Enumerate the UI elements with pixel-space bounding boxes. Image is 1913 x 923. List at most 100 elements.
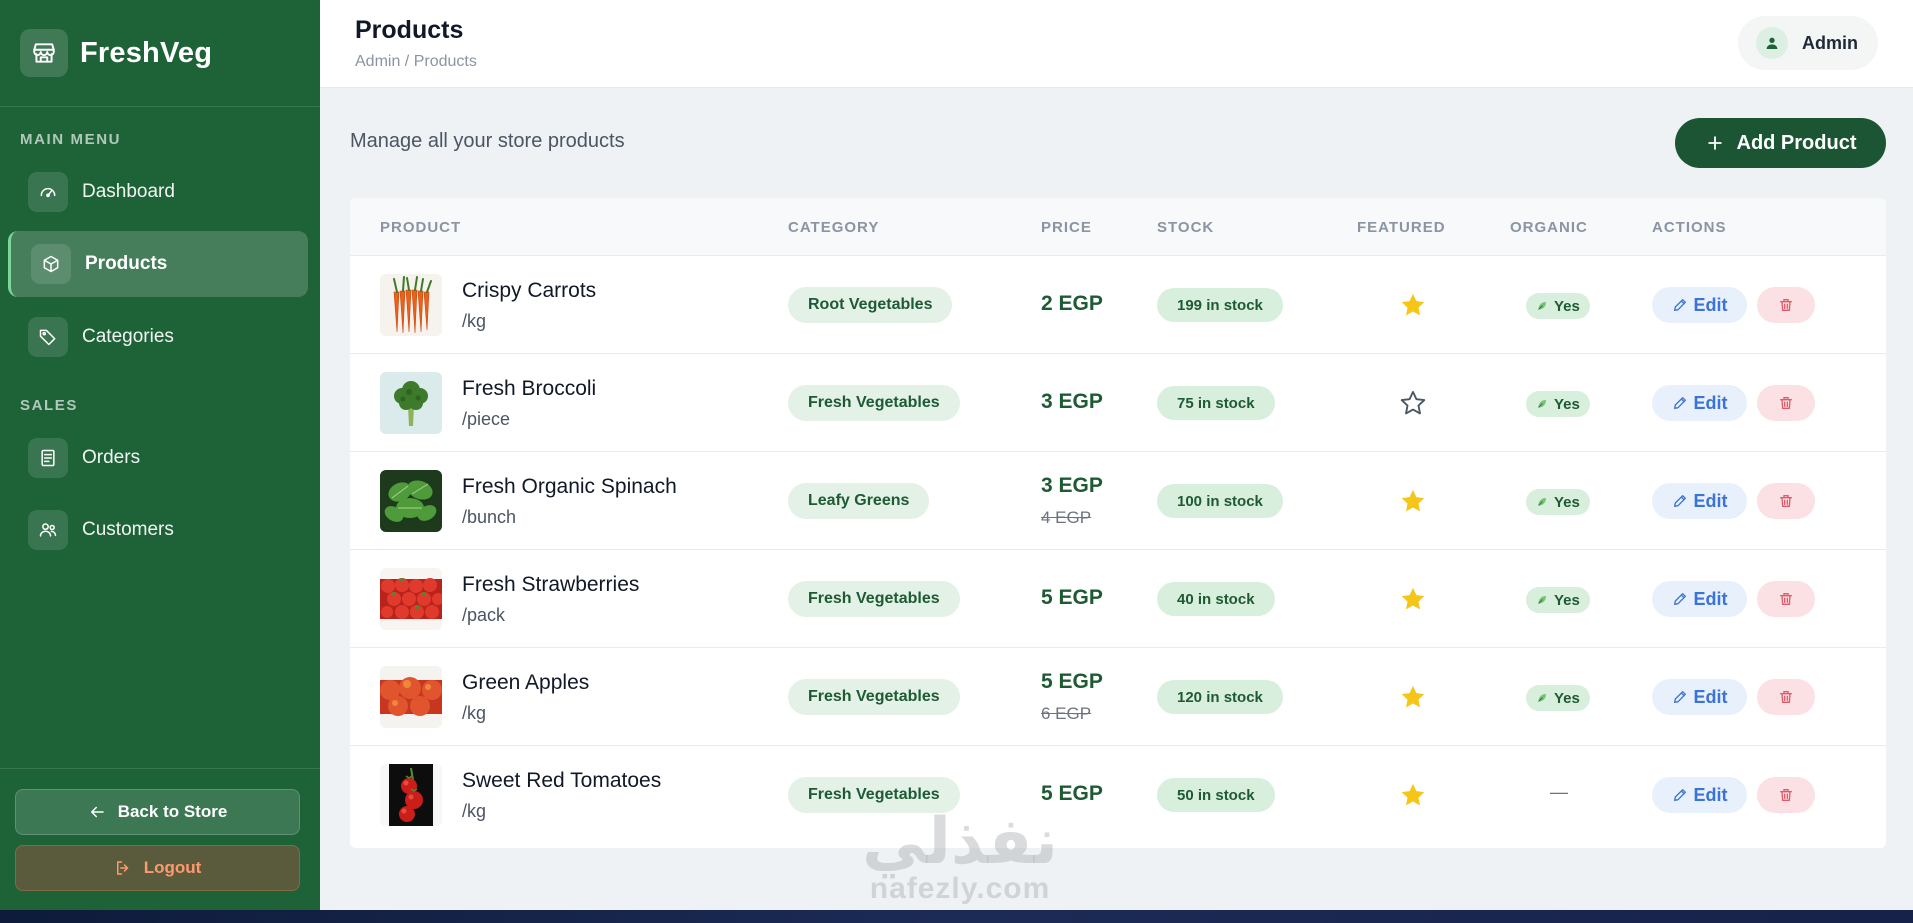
- table-row: Green Apples /kg Fresh Vegetables 5 EGP …: [350, 648, 1886, 746]
- edit-button[interactable]: Edit: [1652, 287, 1747, 323]
- gauge-icon: [28, 172, 68, 212]
- edit-button[interactable]: Edit: [1652, 679, 1747, 715]
- user-name: Admin: [1802, 32, 1858, 53]
- watermark-latin: nafezly.com: [869, 872, 1051, 905]
- watermark: نفذلي nafezly.com: [850, 810, 1070, 904]
- product-name: Fresh Broccoli: [462, 377, 597, 400]
- delete-button[interactable]: [1757, 483, 1815, 519]
- section-label-main-menu: MAIN MENU: [20, 131, 122, 148]
- logout-icon: [116, 861, 128, 875]
- brand-name: FreshVeg: [80, 36, 213, 69]
- organic-label: Yes: [1554, 297, 1580, 315]
- sidebar-item-categories[interactable]: Categories: [8, 304, 308, 370]
- sidebar-divider: [0, 768, 320, 769]
- leaf-icon: [1538, 400, 1546, 408]
- edit-button[interactable]: Edit: [1652, 385, 1747, 421]
- star-filled-icon[interactable]: [1399, 781, 1427, 809]
- product-name: Fresh Strawberries: [462, 573, 640, 596]
- product-image-broccoli: [380, 372, 442, 434]
- sidebar-item-customers[interactable]: Customers: [8, 497, 308, 563]
- product-unit: /piece: [462, 409, 511, 429]
- pencil-icon: [1673, 593, 1686, 605]
- star-filled-icon[interactable]: [1399, 487, 1427, 515]
- user-icon: [1756, 27, 1788, 59]
- organic-none: —: [1550, 782, 1568, 802]
- table-row: Fresh Broccoli /piece Fresh Vegetables 3…: [350, 354, 1886, 452]
- sidebar-item-label: Products: [85, 253, 168, 274]
- product-name: Sweet Red Tomatoes: [462, 769, 662, 792]
- product-image-strawberries: [380, 568, 442, 630]
- column-header-price: PRICE: [1041, 219, 1092, 236]
- star-filled-icon[interactable]: [1399, 585, 1427, 613]
- organic-label: Yes: [1554, 493, 1580, 511]
- star-filled-icon[interactable]: [1399, 291, 1427, 319]
- delete-button[interactable]: [1757, 287, 1815, 323]
- logout-button[interactable]: Logout: [15, 845, 300, 891]
- category-badge: Fresh Vegetables: [788, 581, 960, 617]
- stock-badge: 199 in stock: [1157, 288, 1283, 322]
- stock-badge: 50 in stock: [1157, 778, 1275, 812]
- category-badge: Root Vegetables: [788, 287, 953, 323]
- delete-button[interactable]: [1757, 581, 1815, 617]
- leaf-icon: [1538, 694, 1546, 702]
- pencil-icon: [1673, 299, 1686, 311]
- back-to-store-label: Back to Store: [117, 802, 228, 821]
- add-product-label: Add Product: [1736, 131, 1857, 154]
- back-to-store-button[interactable]: Back to Store: [15, 789, 300, 835]
- pencil-icon: [1673, 397, 1686, 409]
- sidebar-item-orders[interactable]: Orders: [8, 425, 308, 491]
- leaf-icon: [1538, 596, 1546, 604]
- delete-button[interactable]: [1757, 777, 1815, 813]
- column-header-category: CATEGORY: [788, 219, 880, 236]
- organic-label: Yes: [1554, 591, 1580, 609]
- delete-button[interactable]: [1757, 679, 1815, 715]
- edit-label: Edit: [1693, 588, 1728, 609]
- edit-button[interactable]: Edit: [1652, 777, 1747, 813]
- category-badge: Fresh Vegetables: [788, 385, 960, 421]
- pencil-icon: [1673, 789, 1686, 801]
- watermark-arabic: نفذلي: [862, 805, 1058, 879]
- receipt-icon: [28, 438, 68, 478]
- add-product-button[interactable]: Add Product: [1675, 118, 1886, 168]
- sidebar-item-label: Orders: [82, 447, 141, 468]
- table-row: Sweet Red Tomatoes /kg Fresh Vegetables …: [350, 746, 1886, 844]
- stock-badge: 75 in stock: [1157, 386, 1275, 420]
- pencil-icon: [1673, 495, 1686, 507]
- product-old-price: 6 EGP: [1041, 704, 1092, 723]
- product-price: 5 EGP: [1041, 586, 1103, 609]
- edit-button[interactable]: Edit: [1652, 581, 1747, 617]
- product-image-spinach: [380, 470, 442, 532]
- organic-badge: Yes: [1526, 489, 1590, 515]
- organic-label: Yes: [1554, 395, 1580, 413]
- edit-label: Edit: [1693, 392, 1728, 413]
- user-menu[interactable]: Admin: [1738, 16, 1878, 70]
- edit-label: Edit: [1693, 784, 1728, 805]
- edit-label: Edit: [1693, 294, 1728, 315]
- plus-icon: [1707, 136, 1722, 150]
- delete-button[interactable]: [1757, 385, 1815, 421]
- stock-badge: 100 in stock: [1157, 484, 1283, 518]
- trash-icon: [1780, 299, 1792, 311]
- edit-label: Edit: [1693, 686, 1728, 707]
- star-outline-icon[interactable]: [1399, 389, 1427, 417]
- products-table: PRODUCT CATEGORY PRICE STOCK FEATURED OR…: [350, 198, 1886, 848]
- sidebar-item-label: Customers: [82, 519, 174, 540]
- sidebar-item-products[interactable]: Products: [8, 231, 308, 297]
- brand[interactable]: FreshVeg: [0, 0, 320, 107]
- edit-button[interactable]: Edit: [1652, 483, 1747, 519]
- sidebar-item-dashboard[interactable]: Dashboard: [8, 159, 308, 225]
- organic-badge: Yes: [1526, 685, 1590, 711]
- section-label-sales: SALES: [20, 397, 79, 414]
- breadcrumb: Admin / Products: [355, 53, 477, 70]
- leaf-icon: [1538, 498, 1546, 506]
- stock-badge: 120 in stock: [1157, 680, 1283, 714]
- sidebar-item-label: Dashboard: [82, 181, 175, 202]
- product-unit: /kg: [462, 311, 487, 331]
- column-header-product: PRODUCT: [380, 219, 462, 236]
- tags-icon: [28, 317, 68, 357]
- organic-label: Yes: [1554, 689, 1580, 707]
- top-header: Products Admin / Products Admin: [320, 0, 1913, 88]
- trash-icon: [1780, 691, 1792, 703]
- star-filled-icon[interactable]: [1399, 683, 1427, 711]
- table-row: Fresh Strawberries /pack Fresh Vegetable…: [350, 550, 1886, 648]
